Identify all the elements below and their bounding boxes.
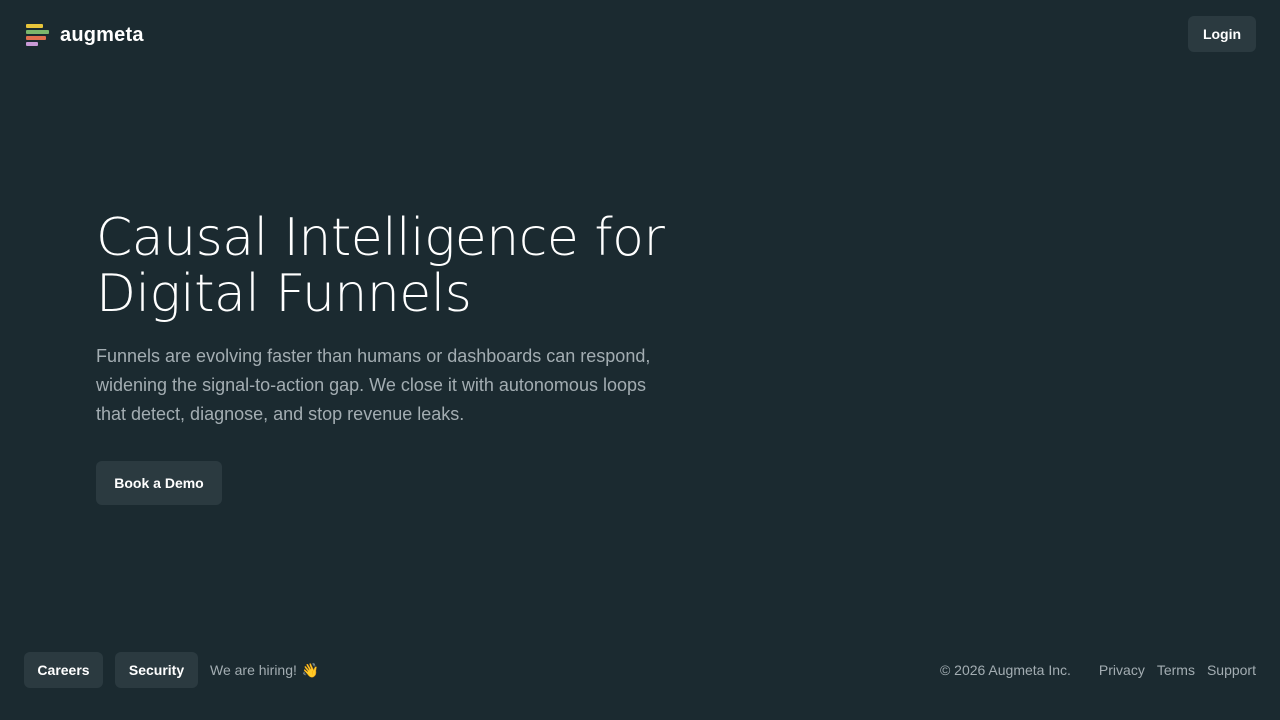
security-button[interactable]: Security	[115, 652, 198, 688]
landing-page: augmeta Login Causal Intelligence for Di…	[0, 0, 1280, 720]
support-link[interactable]: Support	[1207, 662, 1256, 678]
book-demo-button[interactable]: Book a Demo	[96, 461, 222, 505]
careers-button[interactable]: Careers	[24, 652, 103, 688]
footer: Careers Security We are hiring! 👋 © 2026…	[0, 652, 1280, 720]
footer-left-group: Careers Security We are hiring! 👋	[24, 652, 319, 688]
hero-subtitle: Funnels are evolving faster than humans …	[96, 346, 651, 424]
brand-name: augmeta	[60, 24, 144, 46]
footer-right-group: © 2026 Augmeta Inc. Privacy Terms Suppor…	[940, 652, 1256, 688]
brand-home-link[interactable]: augmeta	[26, 20, 144, 50]
top-nav: augmeta Login	[0, 0, 1280, 70]
copyright-text: © 2026 Augmeta Inc.	[939, 662, 1071, 678]
login-button[interactable]: Login	[1188, 16, 1256, 52]
hiring-notice: We are hiring! 👋	[210, 662, 319, 678]
terms-link[interactable]: Terms	[1157, 662, 1195, 678]
hero-title-line-1: Causal Intelligence for	[96, 208, 665, 268]
waving-hand-icon: 👋	[301, 662, 320, 678]
hero-title-line-2: Digital Funnels	[96, 264, 472, 324]
hiring-text: We are hiring!	[210, 662, 297, 678]
augmeta-logo-icon	[26, 22, 50, 48]
privacy-link[interactable]: Privacy	[1099, 662, 1145, 678]
hero-title: Causal Intelligence for Digital Funnels	[96, 210, 716, 322]
hero-section: Causal Intelligence for Digital Funnels …	[96, 210, 716, 505]
